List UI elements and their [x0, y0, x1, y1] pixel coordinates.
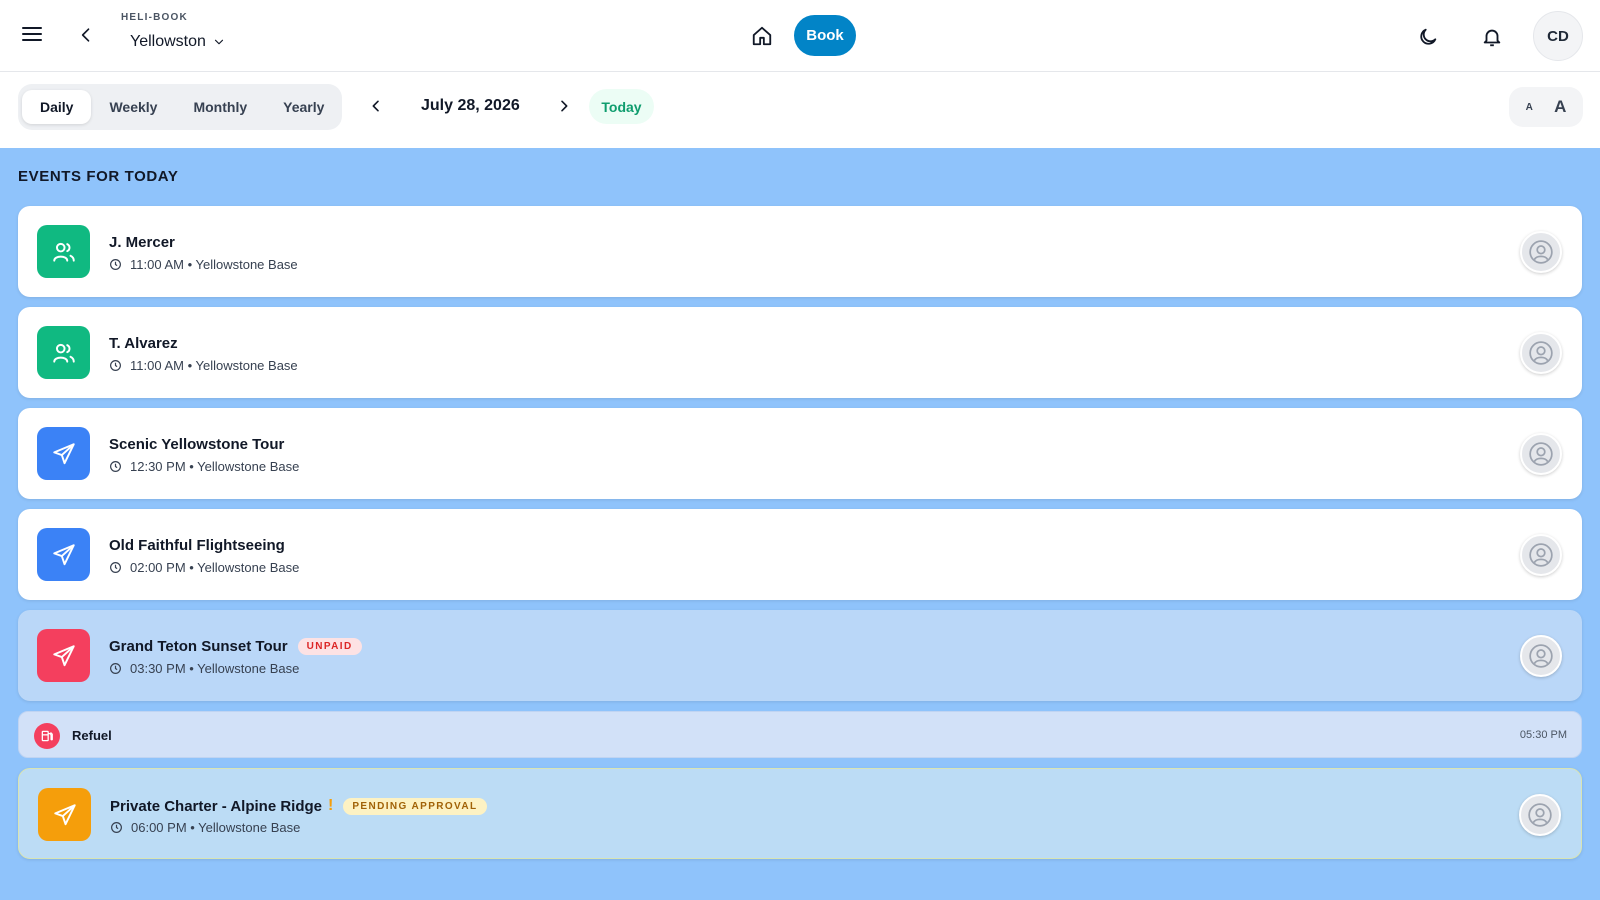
assignee-avatar[interactable]: [1519, 794, 1561, 836]
font-size-large-button[interactable]: A: [1554, 97, 1566, 117]
warning-icon: !: [328, 797, 334, 814]
current-date: July 28, 2026: [421, 97, 520, 114]
users-icon: [52, 242, 75, 262]
view-weekly[interactable]: Weekly: [91, 90, 175, 124]
user-avatar-button[interactable]: CD: [1533, 11, 1583, 61]
hamburger-icon: [22, 27, 42, 41]
location-label: Yellowston: [130, 33, 206, 50]
event-title: Private Charter - Alpine Ridge: [110, 797, 322, 815]
event-card[interactable]: Grand Teton Sunset Tour UNPAID 03:30 PM …: [18, 610, 1582, 701]
event-meta: 06:00 PM • Yellowstone Base: [131, 820, 301, 835]
menu-button[interactable]: [14, 16, 50, 52]
clock-icon: [110, 360, 121, 371]
font-size-small-button[interactable]: A: [1526, 102, 1533, 113]
today-button[interactable]: Today: [589, 89, 654, 124]
event-meta: 03:30 PM • Yellowstone Base: [130, 661, 300, 676]
clock-icon: [110, 461, 121, 472]
notifications-button[interactable]: [1475, 20, 1509, 54]
event-type-badge: [37, 629, 90, 682]
event-card[interactable]: Private Charter - Alpine Ridge ! PENDING…: [18, 768, 1582, 859]
event-type-badge: [37, 225, 90, 278]
view-yearly[interactable]: Yearly: [265, 90, 342, 124]
next-date-button[interactable]: [550, 92, 578, 120]
user-placeholder-icon: [1529, 240, 1553, 264]
view-toggle: Daily Weekly Monthly Yearly: [18, 84, 342, 130]
assignee-avatar[interactable]: [1520, 635, 1562, 677]
event-title: T. Alvarez: [109, 335, 178, 352]
chevron-down-icon: [214, 39, 223, 45]
home-button[interactable]: [746, 20, 778, 52]
users-icon: [52, 343, 75, 363]
plane-icon: [52, 442, 75, 464]
clock-icon: [110, 663, 121, 674]
event-meta: 11:00 AM • Yellowstone Base: [130, 358, 298, 373]
fuel-icon: [41, 730, 53, 742]
plane-icon: [52, 644, 75, 666]
moon-icon: [1420, 28, 1437, 45]
clock-icon: [111, 822, 122, 833]
clock-icon: [110, 562, 121, 573]
chevron-right-icon: [561, 100, 568, 112]
section-title: EVENTS FOR TODAY: [18, 168, 179, 185]
event-meta: 11:00 AM • Yellowstone Base: [130, 257, 298, 272]
bell-icon: [1483, 29, 1501, 47]
chevron-left-icon: [372, 100, 379, 112]
event-card[interactable]: J. Mercer 11:00 AM • Yellowstone Base: [18, 206, 1582, 297]
event-title: J. Mercer: [109, 234, 175, 251]
event-meta: 12:30 PM • Yellowstone Base: [130, 459, 300, 474]
plane-icon: [53, 803, 76, 825]
view-daily[interactable]: Daily: [22, 90, 92, 124]
plane-icon: [52, 543, 75, 565]
theme-toggle-button[interactable]: [1411, 20, 1445, 54]
app-brand: HELI-BOOK: [121, 12, 188, 23]
event-title: Old Faithful Flightseeing: [109, 537, 285, 554]
back-button[interactable]: [70, 18, 102, 52]
refuel-badge: [34, 723, 60, 749]
home-icon: [752, 26, 772, 46]
event-type-badge: [37, 427, 90, 480]
user-placeholder-icon: [1529, 543, 1553, 567]
user-placeholder-icon: [1529, 644, 1553, 668]
font-size-toggle: A A: [1509, 87, 1583, 127]
user-placeholder-icon: [1528, 803, 1552, 827]
refuel-entry[interactable]: Refuel 05:30 PM: [18, 711, 1582, 758]
view-monthly[interactable]: Monthly: [175, 90, 265, 124]
user-placeholder-icon: [1529, 341, 1553, 365]
user-placeholder-icon: [1529, 442, 1553, 466]
refuel-title: Refuel: [72, 728, 112, 743]
assignee-avatar[interactable]: [1520, 332, 1562, 374]
event-type-badge: [38, 788, 91, 841]
assignee-avatar[interactable]: [1520, 534, 1562, 576]
chevron-left-icon: [81, 28, 90, 42]
assignee-avatar[interactable]: [1520, 433, 1562, 475]
event-card[interactable]: Old Faithful Flightseeing 02:00 PM • Yel…: [18, 509, 1582, 600]
event-title: Scenic Yellowstone Tour: [109, 436, 285, 453]
refuel-time: 05:30 PM: [1519, 729, 1567, 741]
event-card[interactable]: T. Alvarez 11:00 AM • Yellowstone Base: [18, 307, 1582, 398]
location-selector[interactable]: Yellowston: [130, 33, 226, 51]
event-meta: 02:00 PM • Yellowstone Base: [130, 560, 300, 575]
clock-icon: [110, 259, 121, 270]
event-type-badge: [37, 326, 90, 379]
previous-date-button[interactable]: [362, 92, 390, 120]
status-badge: PENDING APPROVAL: [343, 797, 487, 815]
event-card[interactable]: Scenic Yellowstone Tour 12:30 PM • Yello…: [18, 408, 1582, 499]
event-title: Grand Teton Sunset Tour: [109, 638, 288, 655]
event-type-badge: [37, 528, 90, 581]
assignee-avatar[interactable]: [1520, 231, 1562, 273]
book-button[interactable]: Book: [794, 15, 856, 56]
status-badge: UNPAID: [297, 638, 362, 655]
